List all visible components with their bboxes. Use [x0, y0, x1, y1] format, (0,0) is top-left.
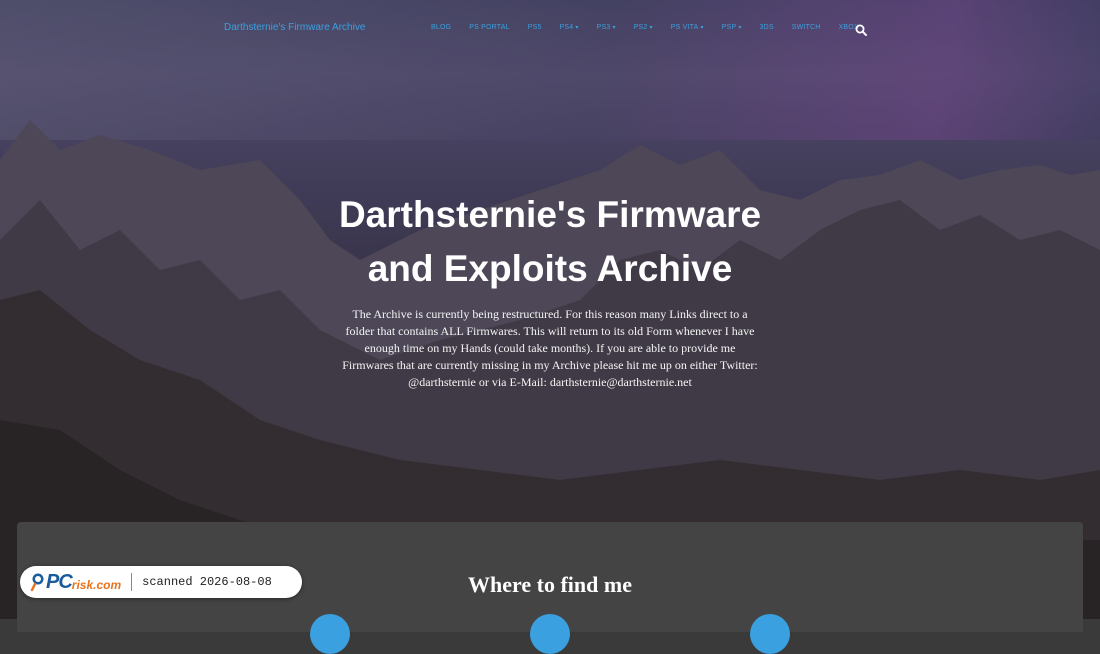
- caret-down-icon: ▾: [738, 25, 742, 31]
- nav-item-psp[interactable]: PSP ▾: [713, 24, 751, 31]
- nav-item-switch[interactable]: SWITCH: [783, 24, 830, 31]
- nav-menu: BLOG PS PORTAL PS5 PS4 ▾ PS3 ▾ PS2 ▾ PS VITA ▾ PSP ▾…: [422, 24, 868, 31]
- nav-item-label: PS VITA: [670, 24, 699, 31]
- nav-item-label: PS2: [633, 24, 648, 31]
- nav-item-ps5[interactable]: PS5: [519, 24, 551, 31]
- nav-item-label: PS5: [527, 24, 542, 31]
- scan-date: scanned 2026-08-08: [142, 575, 272, 589]
- contact-icon-2[interactable]: [530, 614, 570, 654]
- search-icon[interactable]: [855, 24, 867, 36]
- nav-item-label: BLOG: [431, 24, 452, 31]
- nav-item-label: SWITCH: [791, 24, 821, 31]
- caret-down-icon: ▾: [700, 25, 704, 31]
- scan-badge: PC risk.com scanned 2026-08-08: [20, 566, 302, 598]
- brand-link[interactable]: Darthsternie's Firmware Archive: [224, 22, 365, 33]
- nav-item-label: PS4: [559, 24, 574, 31]
- nav-item-label: PS PORTAL: [469, 24, 510, 31]
- contact-icon-3[interactable]: [750, 614, 790, 654]
- nav-item-ps4[interactable]: PS4 ▾: [551, 24, 588, 31]
- hero-title-line2: and Exploits Archive: [367, 248, 733, 289]
- nav-item-label: 3DS: [759, 24, 774, 31]
- nav-item-ps-portal[interactable]: PS PORTAL: [460, 24, 518, 31]
- nav-item-blog[interactable]: BLOG: [422, 24, 460, 31]
- nav-item-label: PSP: [721, 24, 737, 31]
- nav-item-3ds[interactable]: 3DS: [751, 24, 783, 31]
- pcrisk-logo: PC risk.com: [30, 571, 121, 594]
- hero-title: Darthsternie's Firmware and Exploits Arc…: [300, 188, 800, 296]
- nav-item-label: PS3: [596, 24, 611, 31]
- nav-item-ps3[interactable]: PS3 ▾: [588, 24, 625, 31]
- hero-description: The Archive is currently being restructu…: [342, 307, 758, 389]
- nav-item-ps2[interactable]: PS2 ▾: [625, 24, 662, 31]
- contact-icon-1[interactable]: [310, 614, 350, 654]
- caret-down-icon: ▾: [612, 25, 616, 31]
- pcrisk-logo-risk: risk.com: [71, 578, 122, 592]
- nav-item-ps-vita[interactable]: PS VITA ▾: [662, 24, 713, 31]
- badge-divider: [131, 573, 133, 591]
- top-navbar: Darthsternie's Firmware Archive BLOG PS P…: [0, 0, 1100, 60]
- hero-title-line1: Darthsternie's Firmware: [338, 194, 762, 235]
- magnifier-icon: [30, 573, 44, 592]
- pcrisk-logo-pc: PC: [46, 570, 73, 593]
- caret-down-icon: ▾: [649, 25, 653, 31]
- caret-down-icon: ▾: [575, 25, 579, 31]
